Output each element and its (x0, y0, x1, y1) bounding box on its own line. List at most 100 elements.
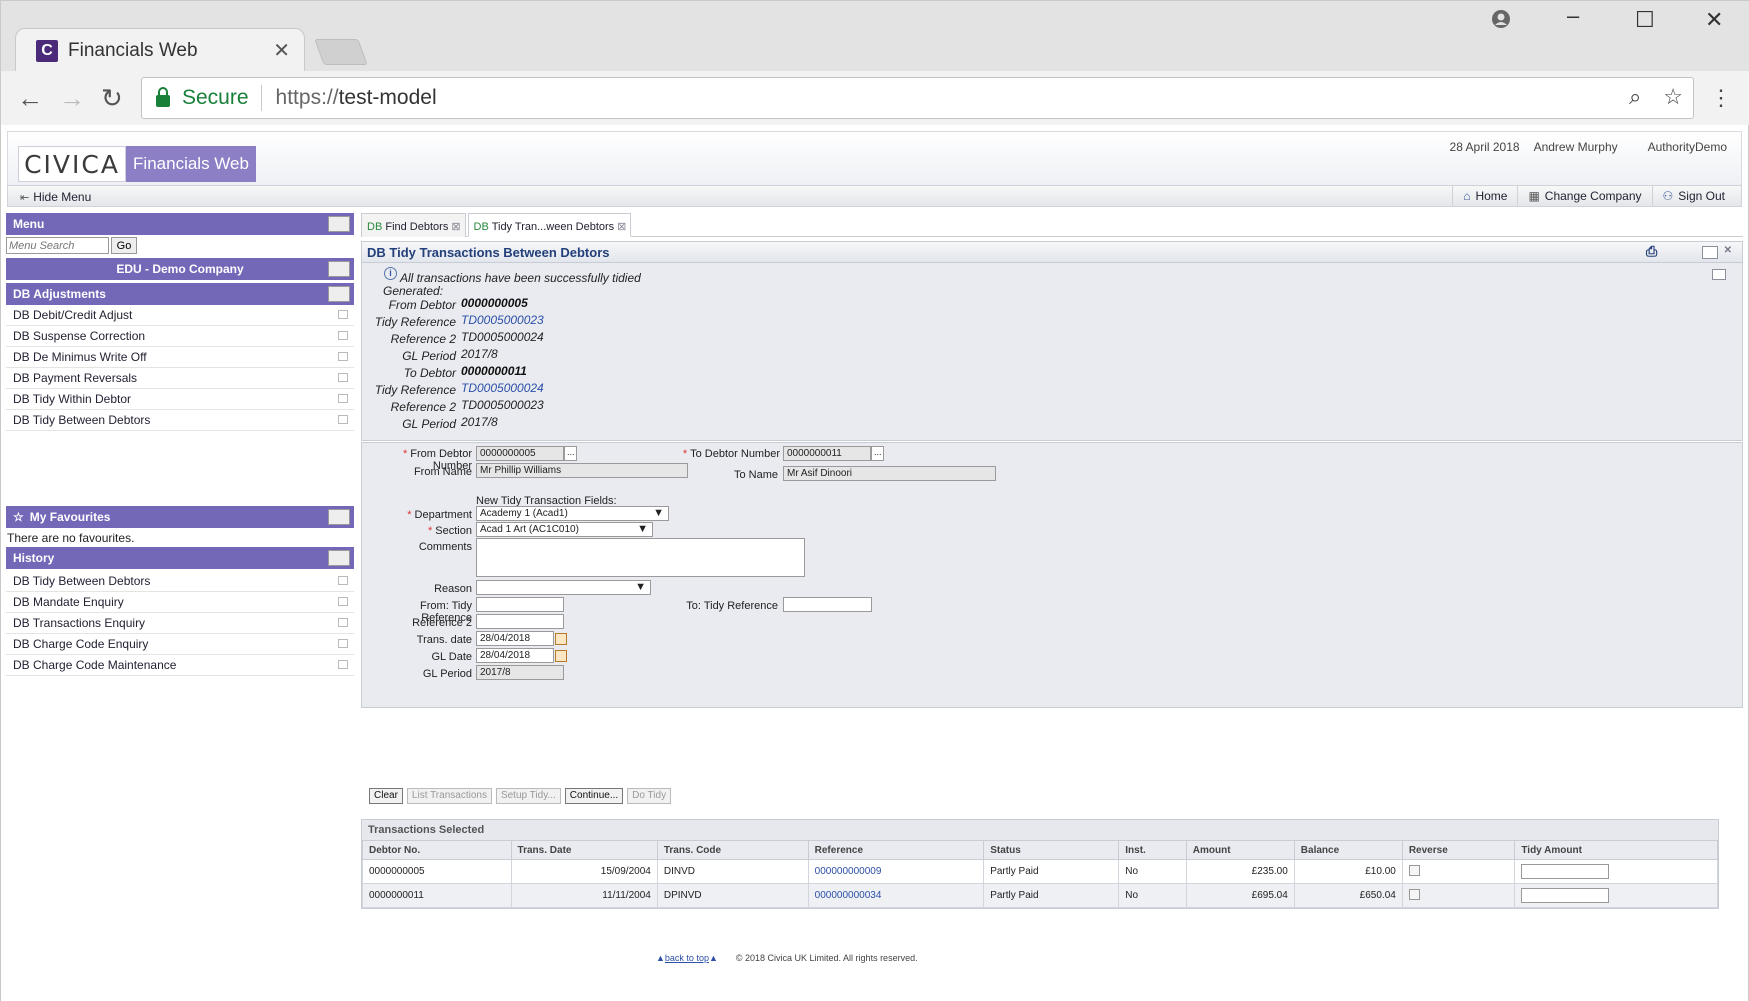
tab-close-icon[interactable]: ✕ (273, 38, 290, 63)
department-select[interactable]: Academy 1 (Acad1) ▼ (476, 506, 669, 521)
menu-search-go-button[interactable]: Go (111, 237, 137, 254)
content-tab[interactable]: DB Tidy Tran...ween Debtors ⊠ (467, 213, 632, 237)
panel-toggle-icon[interactable] (328, 216, 350, 232)
tidy-amount-input[interactable] (1521, 888, 1610, 903)
close-page-icon[interactable]: ✕ (1724, 245, 1732, 256)
account-icon[interactable] (1491, 9, 1511, 35)
column-header[interactable]: Inst. (1118, 840, 1187, 860)
panel-toggle-icon[interactable] (328, 509, 350, 525)
back-to-top-text[interactable]: back to top (665, 953, 709, 963)
from-debtor-input[interactable]: 0000000005 (476, 446, 564, 461)
tidy-amount-input[interactable] (1521, 864, 1610, 879)
result-value[interactable]: TD0005000023 (461, 313, 544, 327)
browser-menu-icon[interactable]: ⋮ (1710, 85, 1732, 111)
column-header[interactable]: Reference (807, 840, 985, 860)
continue-button[interactable]: Continue... (564, 788, 624, 804)
browser-tab[interactable]: C Financials Web ✕ (15, 28, 305, 72)
do-tidy-button[interactable]: Do Tidy (627, 788, 672, 804)
clear-button[interactable]: Clear (369, 788, 403, 804)
column-header[interactable]: Trans. Date (510, 840, 658, 860)
calendar-icon[interactable] (555, 650, 567, 662)
sidebar-menu-item[interactable]: DB Payment Reversals (6, 368, 354, 389)
reference-link[interactable]: 000000000034 (815, 890, 882, 901)
sidebar-history-item[interactable]: DB Tidy Between Debtors (6, 571, 354, 592)
reverse-checkbox[interactable] (1408, 888, 1420, 900)
menu-search-input[interactable] (6, 237, 109, 254)
print-icon[interactable]: ⎙ (1646, 243, 1662, 259)
close-tab-icon[interactable]: ⊠ (617, 221, 626, 233)
reload-icon[interactable]: ↻ (101, 83, 123, 114)
to-debtor-lookup-button[interactable]: ... (871, 446, 884, 461)
window-icon[interactable] (1712, 269, 1726, 280)
sidebar-history-item[interactable]: DB Transactions Enquiry (6, 613, 354, 634)
back-to-top-link[interactable]: ▲back to top▲ (656, 953, 718, 963)
table-cell: 0000000005 (362, 859, 512, 884)
sign-out-button[interactable]: ⚇ Sign Out (1651, 186, 1735, 206)
address-bar[interactable]: Secure https://test-model ⌕ ☆ (141, 77, 1694, 119)
close-tab-icon[interactable]: ⊠ (451, 221, 460, 233)
minimize-icon[interactable]: – (1567, 3, 1579, 29)
open-new-window-icon[interactable] (338, 331, 348, 340)
column-header[interactable]: Debtor No. (362, 840, 512, 860)
sidebar-menu-item[interactable]: DB Debit/Credit Adjust (6, 305, 354, 326)
section-select[interactable]: Acad 1 Art (AC1C010) ▼ (476, 522, 653, 537)
column-header[interactable]: Amount (1185, 840, 1295, 860)
sidebar-history-item[interactable]: DB Charge Code Maintenance (6, 655, 354, 676)
list-transactions-button[interactable]: List Transactions (406, 788, 492, 804)
hide-menu-button[interactable]: ⇤ Hide Menu (20, 190, 91, 204)
sidebar-menu-item[interactable]: DB Tidy Within Debtor (6, 389, 354, 410)
from-debtor-lookup-button[interactable]: ... (564, 446, 577, 461)
panel-toggle-icon[interactable] (328, 261, 350, 277)
sidebar-menu-item[interactable]: DB Tidy Between Debtors (6, 410, 354, 431)
open-new-window-icon[interactable] (338, 394, 348, 403)
open-new-window-icon[interactable] (338, 597, 348, 606)
reverse-checkbox[interactable] (1408, 864, 1420, 876)
column-header[interactable]: Balance (1293, 840, 1403, 860)
open-new-window-icon[interactable] (338, 373, 348, 382)
sidebar-menu-item[interactable]: DB De Minimus Write Off (6, 347, 354, 368)
reason-select[interactable]: ▼ (476, 580, 651, 595)
open-new-window-icon[interactable] (338, 310, 348, 319)
column-header[interactable]: Reverse (1401, 840, 1516, 860)
forward-icon[interactable]: → (59, 83, 85, 114)
table-cell: 11/11/2004 (510, 883, 658, 908)
open-new-window-icon[interactable] (338, 660, 348, 669)
sidebar-history-item[interactable]: DB Mandate Enquiry (6, 592, 354, 613)
change-company-button[interactable]: ▦ Change Company (1517, 186, 1651, 206)
open-new-window-icon[interactable] (338, 639, 348, 648)
window-icon[interactable] (1702, 246, 1718, 259)
open-new-window-icon[interactable] (338, 618, 348, 627)
to-tidy-ref-input[interactable] (783, 597, 872, 612)
new-tab-button[interactable] (314, 39, 368, 65)
back-icon[interactable]: ← (17, 83, 43, 114)
column-header[interactable]: Status (983, 840, 1120, 860)
gl-date-input[interactable]: 28/04/2018 (476, 648, 554, 663)
civica-logo[interactable]: CIVICA (18, 146, 126, 182)
open-new-window-icon[interactable] (338, 576, 348, 585)
result-value[interactable]: TD0005000024 (461, 381, 544, 395)
setup-tidy-button[interactable]: Setup Tidy... (495, 788, 561, 804)
reference2-input[interactable] (476, 614, 564, 629)
sidebar-menu-item[interactable]: DB Suspense Correction (6, 326, 354, 347)
calendar-icon[interactable] (555, 633, 567, 645)
content-tab[interactable]: DB Find Debtors ⊠ (361, 213, 466, 237)
bookmark-star-icon[interactable]: ☆ (1663, 84, 1683, 110)
column-header[interactable]: Tidy Amount (1514, 840, 1718, 860)
zoom-icon[interactable]: ⌕ (1629, 84, 1641, 110)
comments-textarea[interactable] (476, 538, 805, 577)
open-new-window-icon[interactable] (338, 415, 348, 424)
home-button[interactable]: ⌂ Home (1452, 186, 1517, 206)
panel-toggle-icon[interactable] (328, 550, 350, 566)
trans-date-input[interactable]: 28/04/2018 (476, 631, 554, 646)
panel-toggle-icon[interactable] (328, 286, 350, 302)
url-text[interactable]: https://test-model (276, 86, 437, 110)
open-new-window-icon[interactable] (338, 352, 348, 361)
maximize-icon[interactable]: ☐ (1635, 7, 1655, 33)
column-header[interactable]: Trans. Code (656, 840, 809, 860)
from-tidy-ref-input[interactable] (476, 597, 564, 612)
reference-link[interactable]: 000000000009 (815, 866, 882, 877)
close-window-icon[interactable]: ✕ (1705, 7, 1723, 33)
table-cell: DPINVD (656, 883, 809, 908)
to-debtor-input[interactable]: 0000000011 (783, 446, 871, 461)
sidebar-history-item[interactable]: DB Charge Code Enquiry (6, 634, 354, 655)
